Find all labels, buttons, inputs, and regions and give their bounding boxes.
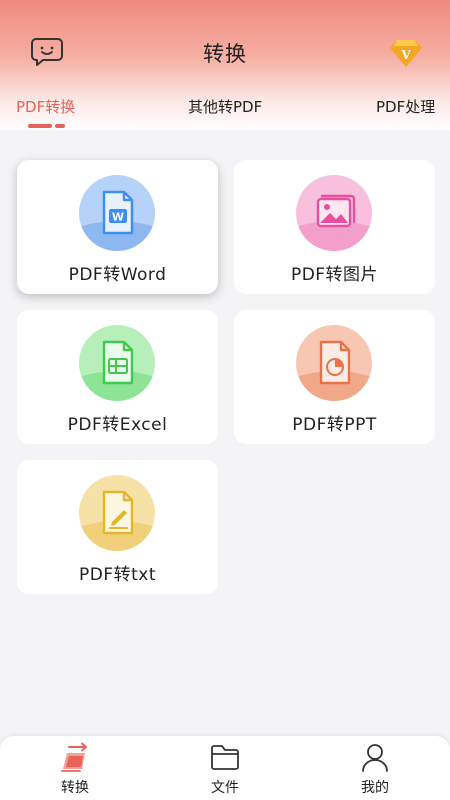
pdf-to-image-card[interactable]: PDF转图片 (234, 160, 435, 294)
page-title: 转换 (203, 42, 247, 66)
vip-letter: V (400, 48, 411, 62)
nav-profile[interactable]: 我的 (300, 736, 450, 800)
active-tab-indicator (28, 124, 52, 128)
tab-pdf-process[interactable]: PDF处理 (376, 96, 435, 117)
nav-profile-label: 我的 (361, 780, 389, 796)
pdf-to-word-card[interactable]: W PDF转Word (17, 160, 218, 294)
pdf-to-txt-label: PDF转txt (78, 565, 156, 585)
pdf-to-excel-card[interactable]: PDF转Excel (17, 310, 218, 444)
pdf-to-word-label: PDF转Word (68, 265, 167, 285)
word-file-icon: W (79, 175, 155, 251)
nav-convert[interactable]: 转换 (0, 736, 150, 800)
bottom-nav: 转换 文件 我的 (0, 736, 450, 800)
image-file-icon (296, 175, 372, 251)
tab-other-to-pdf[interactable]: 其他转PDF (188, 96, 262, 117)
pdf-to-image-label: PDF转图片 (290, 265, 379, 285)
word-icon-letter: W (112, 211, 124, 224)
pdf-to-excel-label: PDF转Excel (67, 415, 168, 435)
ppt-file-icon (296, 325, 372, 401)
convert-icon (60, 742, 90, 772)
vip-diamond-icon[interactable]: V (389, 38, 423, 68)
pdf-to-ppt-card[interactable]: PDF转PPT (234, 310, 435, 444)
active-tab-indicator-dot (55, 124, 65, 128)
user-icon (360, 742, 390, 772)
pdf-to-txt-card[interactable]: PDF转txt (17, 460, 218, 594)
excel-file-icon (79, 325, 155, 401)
nav-files[interactable]: 文件 (150, 736, 300, 800)
nav-files-label: 文件 (211, 780, 239, 796)
pdf-to-ppt-label: PDF转PPT (292, 415, 377, 435)
tab-bar: PDF转换 其他转PDF PDF处理 (0, 92, 450, 128)
nav-convert-label: 转换 (61, 780, 89, 796)
txt-file-icon (79, 475, 155, 551)
folder-icon (210, 742, 240, 772)
tab-pdf-convert[interactable]: PDF转换 (16, 96, 75, 117)
